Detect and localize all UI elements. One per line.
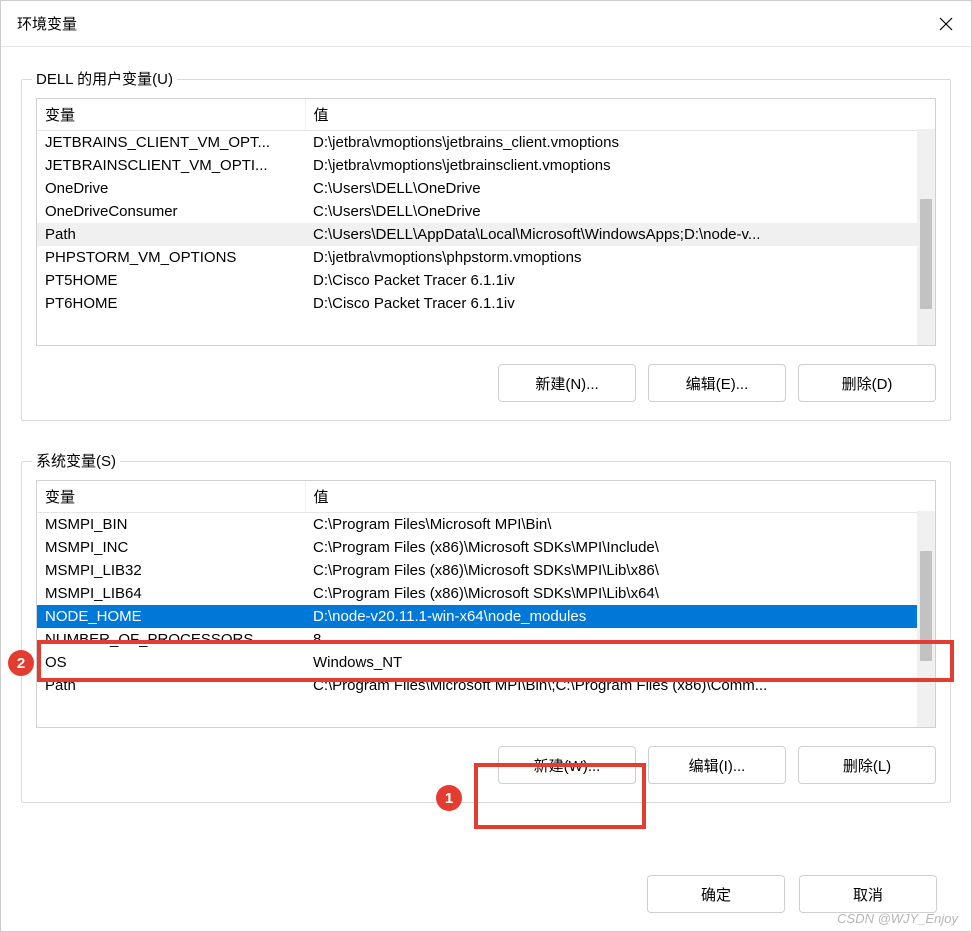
dialog-content: DELL 的用户变量(U) 变量 值 JETBRAINS_CLIENT_V — [1, 47, 971, 931]
cell-value: D:\Cisco Packet Tracer 6.1.1iv — [305, 292, 935, 315]
cell-value: Windows_NT — [305, 651, 935, 674]
cell-variable: NODE_HOME — [37, 605, 305, 628]
sys-col-header-variable[interactable]: 变量 — [37, 481, 305, 513]
system-variables-table-wrap: 变量 值 MSMPI_BINC:\Program Files\Microsoft… — [36, 480, 936, 728]
cell-variable: Path — [37, 223, 305, 246]
table-row[interactable]: PT6HOMED:\Cisco Packet Tracer 6.1.1iv — [37, 292, 935, 315]
cell-variable: PT6HOME — [37, 292, 305, 315]
cell-value: C:\Program Files (x86)\Microsoft SDKs\MP… — [305, 582, 935, 605]
cell-variable: NUMBER_OF_PROCESSORS — [37, 628, 305, 651]
system-variables-group: 系统变量(S) 变量 值 MSMPI_BINC:\Program File — [21, 461, 951, 803]
user-variables-legend: DELL 的用户变量(U) — [32, 68, 177, 89]
table-row[interactable]: NUMBER_OF_PROCESSORS8 — [37, 628, 935, 651]
cell-value: D:\node-v20.11.1-win-x64\node_modules — [305, 605, 935, 628]
sys-edit-button[interactable]: 编辑(I)... — [648, 746, 786, 784]
table-row[interactable]: OneDriveC:\Users\DELL\OneDrive — [37, 177, 935, 200]
table-row[interactable]: JETBRAINS_CLIENT_VM_OPT...D:\jetbra\vmop… — [37, 131, 935, 155]
table-row[interactable]: PathC:\Program Files\Microsoft MPI\Bin\;… — [37, 674, 935, 697]
sys-delete-button[interactable]: 删除(L) — [798, 746, 936, 784]
cell-value: C:\Program Files (x86)\Microsoft SDKs\MP… — [305, 559, 935, 582]
table-row[interactable]: NODE_HOMED:\node-v20.11.1-win-x64\node_m… — [37, 605, 935, 628]
cell-value: D:\jetbra\vmoptions\jetbrainsclient.vmop… — [305, 154, 935, 177]
table-row[interactable]: MSMPI_LIB64C:\Program Files (x86)\Micros… — [37, 582, 935, 605]
table-row[interactable]: PT5HOMED:\Cisco Packet Tracer 6.1.1iv — [37, 269, 935, 292]
user-edit-button[interactable]: 编辑(E)... — [648, 364, 786, 402]
sys-scrollbar[interactable] — [917, 511, 935, 727]
cell-variable: MSMPI_LIB32 — [37, 559, 305, 582]
cell-value: C:\Program Files\Microsoft MPI\Bin\;C:\P… — [305, 674, 935, 697]
cell-variable: OneDrive — [37, 177, 305, 200]
cell-value: C:\Program Files (x86)\Microsoft SDKs\MP… — [305, 536, 935, 559]
user-col-header-value[interactable]: 值 — [305, 99, 935, 131]
annotation-badge-2: 2 — [8, 650, 34, 676]
annotation-badge-1: 1 — [436, 785, 462, 811]
user-scrollbar-thumb[interactable] — [920, 199, 932, 309]
sys-scrollbar-thumb[interactable] — [920, 551, 932, 661]
cell-variable: JETBRAINS_CLIENT_VM_OPT... — [37, 131, 305, 155]
footer-row: 确定 取消 — [11, 863, 961, 931]
cell-variable: PT5HOME — [37, 269, 305, 292]
user-new-button[interactable]: 新建(N)... — [498, 364, 636, 402]
cell-variable: MSMPI_INC — [37, 536, 305, 559]
cell-value: C:\Users\DELL\OneDrive — [305, 200, 935, 223]
cancel-button[interactable]: 取消 — [799, 875, 937, 913]
ok-button[interactable]: 确定 — [647, 875, 785, 913]
cell-variable: OS — [37, 651, 305, 674]
cell-variable: PHPSTORM_VM_OPTIONS — [37, 246, 305, 269]
cell-value: C:\Users\DELL\OneDrive — [305, 177, 935, 200]
sys-col-header-value[interactable]: 值 — [305, 481, 935, 513]
table-row[interactable]: PHPSTORM_VM_OPTIONSD:\jetbra\vmoptions\p… — [37, 246, 935, 269]
user-col-header-variable[interactable]: 变量 — [37, 99, 305, 131]
cell-value: C:\Program Files\Microsoft MPI\Bin\ — [305, 513, 935, 537]
system-variables-table: 变量 值 MSMPI_BINC:\Program Files\Microsoft… — [37, 481, 935, 697]
environment-variables-dialog: 环境变量 DELL 的用户变量(U) 变量 值 — [0, 0, 972, 932]
cell-variable: MSMPI_BIN — [37, 513, 305, 537]
cell-value: D:\Cisco Packet Tracer 6.1.1iv — [305, 269, 935, 292]
user-variables-table-wrap: 变量 值 JETBRAINS_CLIENT_VM_OPT...D:\jetbra… — [36, 98, 936, 346]
titlebar: 环境变量 — [1, 1, 971, 47]
cell-variable: OneDriveConsumer — [37, 200, 305, 223]
user-delete-button[interactable]: 删除(D) — [798, 364, 936, 402]
table-row[interactable]: JETBRAINSCLIENT_VM_OPTI...D:\jetbra\vmop… — [37, 154, 935, 177]
cell-variable: MSMPI_LIB64 — [37, 582, 305, 605]
user-button-row: 新建(N)... 编辑(E)... 删除(D) — [36, 364, 936, 402]
close-button[interactable] — [921, 1, 971, 47]
table-row[interactable]: OSWindows_NT — [37, 651, 935, 674]
watermark: CSDN @WJY_Enjoy — [837, 911, 958, 926]
close-icon — [939, 17, 953, 31]
cell-value: D:\jetbra\vmoptions\phpstorm.vmoptions — [305, 246, 935, 269]
cell-value: D:\jetbra\vmoptions\jetbrains_client.vmo… — [305, 131, 935, 155]
sys-button-row: 新建(W)... 编辑(I)... 删除(L) — [36, 746, 936, 784]
cell-variable: JETBRAINSCLIENT_VM_OPTI... — [37, 154, 305, 177]
cell-variable: Path — [37, 674, 305, 697]
user-variables-group: DELL 的用户变量(U) 变量 值 JETBRAINS_CLIENT_V — [21, 79, 951, 421]
table-row[interactable]: MSMPI_LIB32C:\Program Files (x86)\Micros… — [37, 559, 935, 582]
window-title: 环境变量 — [17, 13, 77, 34]
user-variables-table: 变量 值 JETBRAINS_CLIENT_VM_OPT...D:\jetbra… — [37, 99, 935, 315]
user-scrollbar[interactable] — [917, 129, 935, 345]
system-variables-scroll[interactable]: 变量 值 MSMPI_BINC:\Program Files\Microsoft… — [37, 481, 935, 727]
user-variables-scroll[interactable]: 变量 值 JETBRAINS_CLIENT_VM_OPT...D:\jetbra… — [37, 99, 935, 345]
cell-value: C:\Users\DELL\AppData\Local\Microsoft\Wi… — [305, 223, 935, 246]
table-row[interactable]: OneDriveConsumerC:\Users\DELL\OneDrive — [37, 200, 935, 223]
cell-value: 8 — [305, 628, 935, 651]
table-row[interactable]: MSMPI_INCC:\Program Files (x86)\Microsof… — [37, 536, 935, 559]
table-row[interactable]: PathC:\Users\DELL\AppData\Local\Microsof… — [37, 223, 935, 246]
system-variables-legend: 系统变量(S) — [32, 450, 120, 471]
table-row[interactable]: MSMPI_BINC:\Program Files\Microsoft MPI\… — [37, 513, 935, 537]
sys-new-button[interactable]: 新建(W)... — [498, 746, 636, 784]
